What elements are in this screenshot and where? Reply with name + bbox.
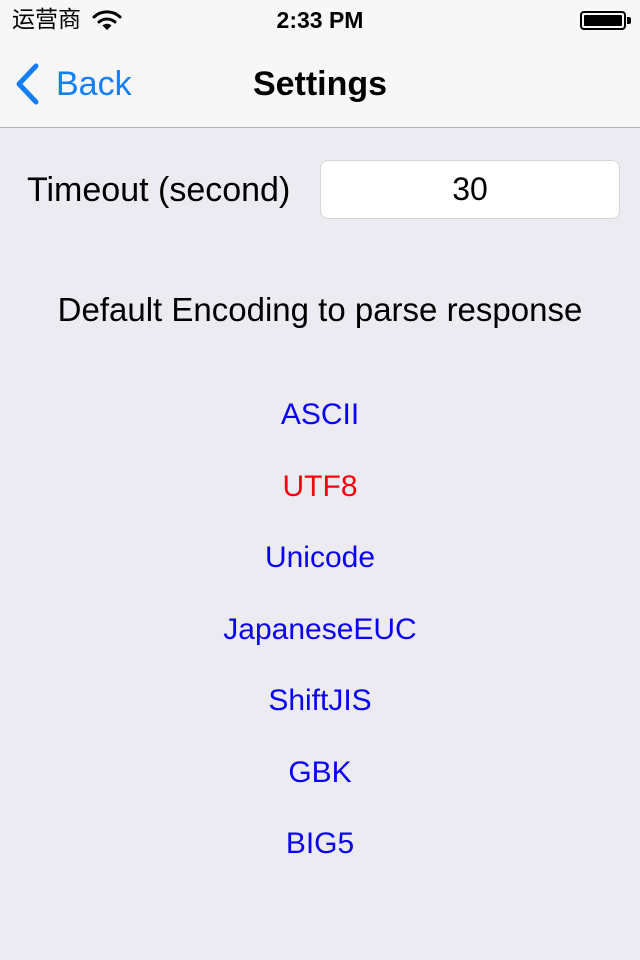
settings-screen: 运营商 2:33 PM Back Settings Timeout (secon…: [0, 0, 640, 960]
battery-level-fill: [584, 15, 622, 26]
encoding-option-gbk[interactable]: GBK: [0, 751, 640, 823]
encoding-option-ascii[interactable]: ASCII: [0, 393, 640, 465]
timeout-label: Timeout (second): [27, 171, 291, 209]
encoding-option-unicode[interactable]: Unicode: [0, 536, 640, 608]
battery-full-icon: [580, 11, 626, 30]
encoding-option-big5[interactable]: BIG5: [0, 822, 640, 894]
status-time: 2:33 PM: [276, 7, 364, 33]
encoding-options-list: ASCII UTF8 Unicode JapaneseEUC ShiftJIS …: [0, 393, 640, 894]
timeout-field[interactable]: [320, 160, 620, 219]
battery-tip: [627, 17, 631, 24]
page-title: Settings: [252, 65, 388, 103]
status-bar: 运营商 2:33 PM: [0, 0, 640, 40]
encoding-option-utf8[interactable]: UTF8: [0, 465, 640, 537]
encoding-option-japaneseeuc[interactable]: JapaneseEUC: [0, 608, 640, 680]
navigation-bar: Back Settings: [0, 40, 640, 128]
encoding-option-shiftjis[interactable]: ShiftJIS: [0, 679, 640, 751]
encoding-heading: Default Encoding to parse response: [57, 291, 583, 328]
